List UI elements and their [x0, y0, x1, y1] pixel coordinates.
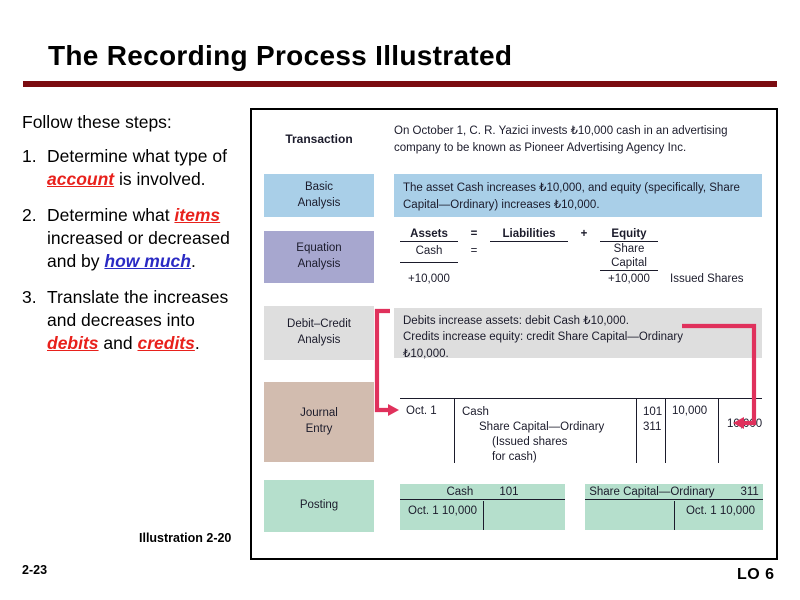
equation-header-assets: Assets	[400, 228, 458, 242]
stage-label-debit-credit-analysis: Debit–Credit Analysis	[264, 306, 374, 360]
step-text: Determine what items increased or decrea…	[47, 204, 237, 273]
stage-label-line: Entry	[305, 423, 333, 435]
journal-column-divider	[718, 398, 720, 463]
journal-date: Oct. 1	[406, 405, 437, 417]
t-account-divider	[674, 501, 676, 530]
list-item: 3. Translate the increases and decreases…	[22, 286, 237, 355]
stage-label-basic-analysis: Basic Analysis	[264, 174, 374, 217]
keyword-debits: debits	[47, 332, 99, 353]
stage-label-journal-entry: Journal Entry	[264, 382, 374, 462]
stage-label-line: Equation	[296, 242, 342, 255]
equation-equity-account-line1: Share	[613, 243, 645, 255]
step-text: Translate the increases and decreases in…	[47, 286, 237, 355]
equation-assets-amount: +10,000	[408, 273, 450, 285]
step-text-part: and	[98, 332, 138, 353]
equation-assets-account: Cash	[415, 245, 443, 257]
debit-credit-analysis-text: Debits increase assets: debit Cash ₺10,0…	[394, 308, 762, 360]
t-account-cash: Cash 101 Oct. 1 10,000	[400, 484, 565, 530]
step-number: 1.	[22, 146, 37, 167]
equation-assets-rule	[400, 262, 458, 264]
arrow-path-left	[374, 308, 390, 413]
equation-header-equity: Equity	[600, 228, 658, 242]
debit-credit-line-1: Debits increase assets: debit Cash ₺10,0…	[403, 315, 629, 327]
journal-accounts: Cash Share Capital—Ordinary (Issued shar…	[462, 405, 604, 465]
equation-analysis-table: Assets = Liabilities + Equity Cash = Sha…	[394, 228, 766, 294]
equation-equity-account-line2: Capital	[600, 257, 658, 271]
stage-label-line: Basic	[304, 180, 334, 193]
steps-intro: Follow these steps:	[22, 112, 172, 132]
journal-ref-debit: 101	[643, 406, 663, 418]
step-text-part: .	[194, 332, 200, 353]
t-account-header: Share Capital—Ordinary 311	[585, 484, 763, 500]
t-account-debit-entry: Oct. 1 10,000	[408, 505, 478, 517]
equation-note-issued-shares: Issued Shares	[670, 273, 744, 285]
debit-credit-line-3: ₺10,000.	[403, 347, 449, 360]
t-account-name: Share Capital—Ordinary	[589, 486, 715, 498]
step-text-part: Translate the increases and decreases in…	[47, 286, 229, 330]
journal-explanation-line2: for cash)	[492, 450, 537, 463]
t-account-number: 311	[740, 486, 759, 498]
step-text-part: .	[190, 250, 196, 271]
step-text-part: Determine what type of	[47, 146, 227, 167]
equation-operator-equals: =	[470, 228, 478, 240]
t-account-name: Cash	[446, 486, 474, 498]
t-account-number: 101	[499, 486, 519, 498]
t-account-share-capital-ordinary: Share Capital—Ordinary 311 Oct. 1 10,000	[585, 484, 763, 530]
steps-panel: Follow these steps: 1. Determine what ty…	[22, 112, 237, 368]
journal-column-divider	[636, 398, 638, 463]
t-account-credit-entry: Oct. 1 10,000	[685, 505, 755, 517]
stage-label-equation-analysis: Equation Analysis	[264, 231, 374, 283]
stage-label-line: Posting	[299, 499, 339, 512]
journal-credit-account: Share Capital—Ordinary	[479, 420, 605, 433]
keyword-account: account	[47, 169, 115, 190]
slide-number: 2-23	[22, 563, 48, 577]
journal-column-divider	[665, 398, 667, 463]
illustration-reference: Illustration 2-20	[139, 531, 232, 545]
stage-label-line: Debit–Credit	[287, 318, 351, 331]
step-text-part: Determine what	[47, 204, 175, 225]
page-title: The Recording Process Illustrated	[48, 40, 513, 71]
basic-analysis-text: The asset Cash increases ₺10,000, and eq…	[394, 174, 762, 217]
journal-column-divider	[454, 398, 456, 463]
journal-explanation-line1: (Issued shares	[492, 435, 568, 448]
keyword-items: items	[174, 204, 221, 225]
journal-entry-table: Oct. 1 Cash Share Capital—Ordinary (Issu…	[400, 398, 762, 463]
stage-label-line: Analysis	[297, 258, 341, 270]
step-number: 3.	[22, 286, 37, 307]
arrow-head-left	[388, 404, 399, 416]
journal-debit-account: Cash	[462, 406, 489, 418]
journal-amount-debit: 10,000	[672, 405, 708, 417]
keyword-how-much: how much	[104, 250, 191, 271]
journal-refs: 101 311	[643, 405, 662, 435]
t-account-divider	[482, 501, 484, 530]
stage-label-line: Analysis	[297, 196, 341, 209]
recording-process-illustration: Transaction On October 1, C. R. Yazici i…	[250, 108, 778, 560]
stage-label-line: Analysis	[297, 334, 341, 346]
step-number: 2.	[22, 204, 37, 225]
step-text: Determine what type of account is involv…	[47, 145, 237, 191]
equation-operator-plus: +	[580, 228, 588, 240]
stage-label-line: Journal	[300, 407, 338, 420]
debit-credit-line-2: Credits increase equity: credit Share Ca…	[403, 331, 683, 344]
list-item: 1. Determine what type of account is inv…	[22, 145, 237, 191]
stage-label-posting: Posting	[264, 480, 374, 532]
equation-assets-spacer	[400, 245, 458, 246]
equation-operator-equals-row: =	[470, 245, 478, 257]
t-account-header: Cash 101	[400, 484, 565, 500]
list-item: 2. Determine what items increased or dec…	[22, 204, 237, 273]
transaction-label: Transaction	[285, 132, 353, 146]
step-text-part: is involved.	[114, 169, 206, 190]
journal-amount-credit: 10,000	[727, 418, 763, 430]
keyword-credits: credits	[137, 332, 195, 353]
equation-header-liabilities: Liabilities	[490, 228, 568, 242]
transaction-description: On October 1, C. R. Yazici invests ₺10,0…	[394, 125, 728, 154]
journal-ref-credit: 311	[643, 420, 662, 433]
learning-objective-label: LO 6	[737, 566, 775, 583]
equation-equity-amount: +10,000	[608, 273, 650, 285]
title-divider	[23, 81, 777, 87]
